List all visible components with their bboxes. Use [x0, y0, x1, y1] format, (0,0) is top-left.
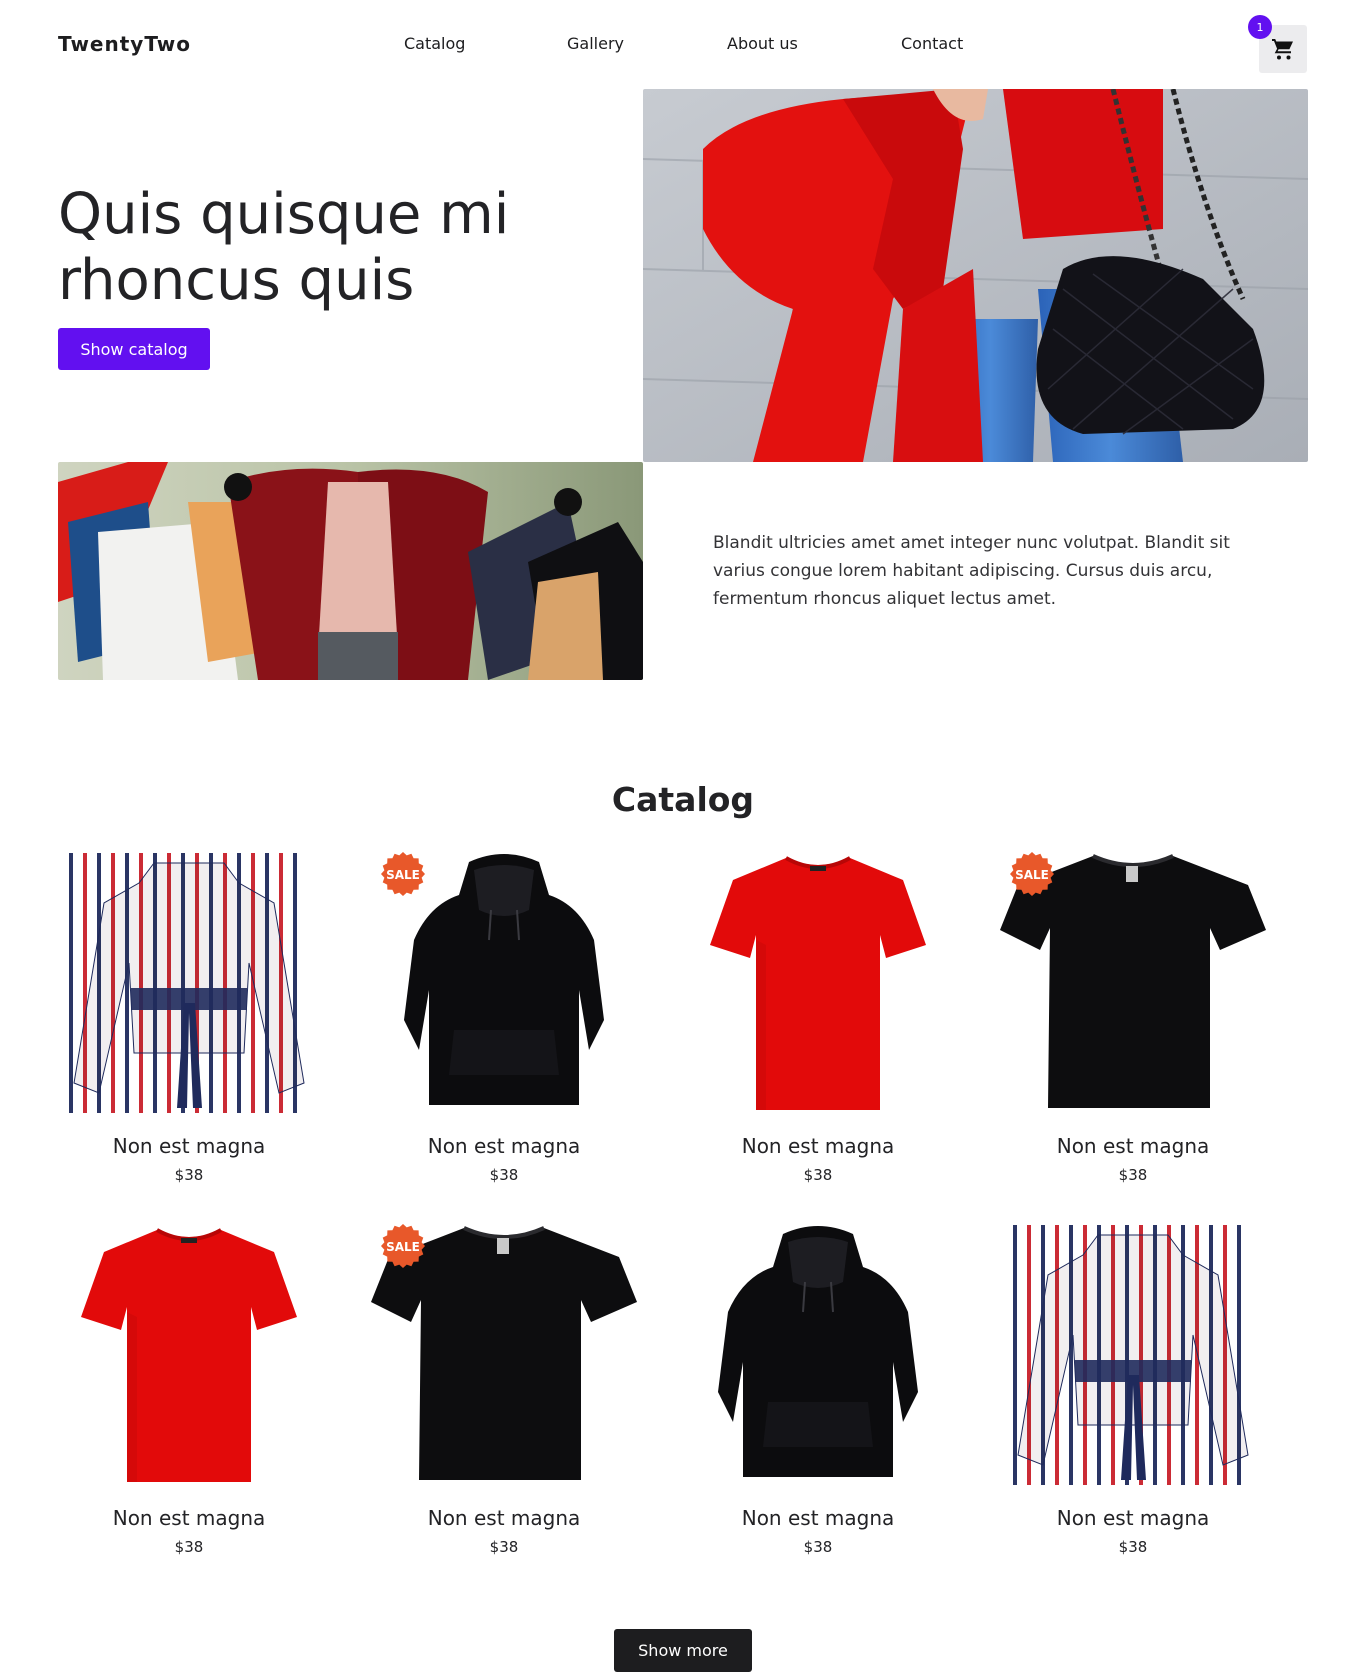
product-price: $38 [489, 1166, 519, 1184]
sale-badge: SALE [381, 1224, 425, 1272]
hero-photo-red-coat-handbag [643, 89, 1308, 462]
product-image-striped-blouse[interactable] [44, 840, 334, 1125]
product-card[interactable]: Non est magna $38 [673, 840, 963, 1200]
product-name[interactable]: Non est magna [359, 1506, 649, 1530]
product-name[interactable]: Non est magna [673, 1134, 963, 1158]
product-name[interactable]: Non est magna [44, 1134, 334, 1158]
product-name[interactable]: Non est magna [988, 1134, 1278, 1158]
product-price: $38 [803, 1538, 833, 1556]
product-price: $38 [803, 1166, 833, 1184]
cart-count-badge: 1 [1248, 15, 1272, 39]
show-more-button[interactable]: Show more [614, 1629, 752, 1672]
product-card[interactable]: Non est magna $38 [44, 840, 334, 1200]
hero-photo-shopping-bags [58, 462, 643, 680]
product-image-black-hoodie[interactable] [673, 1212, 963, 1497]
sale-badge: SALE [381, 852, 425, 900]
product-card[interactable]: SALE Non est magna $38 [359, 1212, 649, 1572]
product-name[interactable]: Non est magna [988, 1506, 1278, 1530]
product-name[interactable]: Non est magna [359, 1134, 649, 1158]
product-card[interactable]: Non est magna $38 [44, 1212, 334, 1572]
catalog-title: Catalog [611, 780, 755, 819]
hero-title: Quis quisque mi rhoncus quis [58, 182, 510, 313]
product-name[interactable]: Non est magna [44, 1506, 334, 1530]
product-card[interactable]: Non est magna $38 [988, 1212, 1278, 1572]
product-name[interactable]: Non est magna [673, 1506, 963, 1530]
sale-label: SALE [386, 868, 420, 882]
nav-about-us[interactable]: About us [727, 34, 798, 53]
product-card[interactable]: SALE Non est magna $38 [359, 840, 649, 1200]
site-logo[interactable]: TwentyTwo [58, 32, 191, 56]
product-image-red-tshirt[interactable] [673, 840, 963, 1125]
sale-label: SALE [1015, 868, 1049, 882]
nav-contact[interactable]: Contact [901, 34, 963, 53]
product-image-red-tshirt[interactable] [44, 1212, 334, 1497]
product-price: $38 [1118, 1166, 1148, 1184]
product-price: $38 [1118, 1538, 1148, 1556]
nav-gallery[interactable]: Gallery [567, 34, 624, 53]
nav-catalog[interactable]: Catalog [404, 34, 465, 53]
product-price: $38 [174, 1166, 204, 1184]
product-card[interactable]: Non est magna $38 [673, 1212, 963, 1572]
product-card[interactable]: SALE Non est magna $38 [988, 840, 1278, 1200]
show-catalog-button[interactable]: Show catalog [58, 328, 210, 370]
sale-badge: SALE [1010, 852, 1054, 900]
hero-description: Blandit ultricies amet amet integer nunc… [713, 533, 1230, 609]
shopping-cart-icon [1272, 39, 1293, 60]
product-image-striped-blouse[interactable] [988, 1212, 1278, 1497]
site-header: TwentyTwo Catalog Gallery About us Conta… [0, 0, 1366, 90]
product-price: $38 [174, 1538, 204, 1556]
sale-label: SALE [386, 1240, 420, 1254]
product-price: $38 [489, 1538, 519, 1556]
